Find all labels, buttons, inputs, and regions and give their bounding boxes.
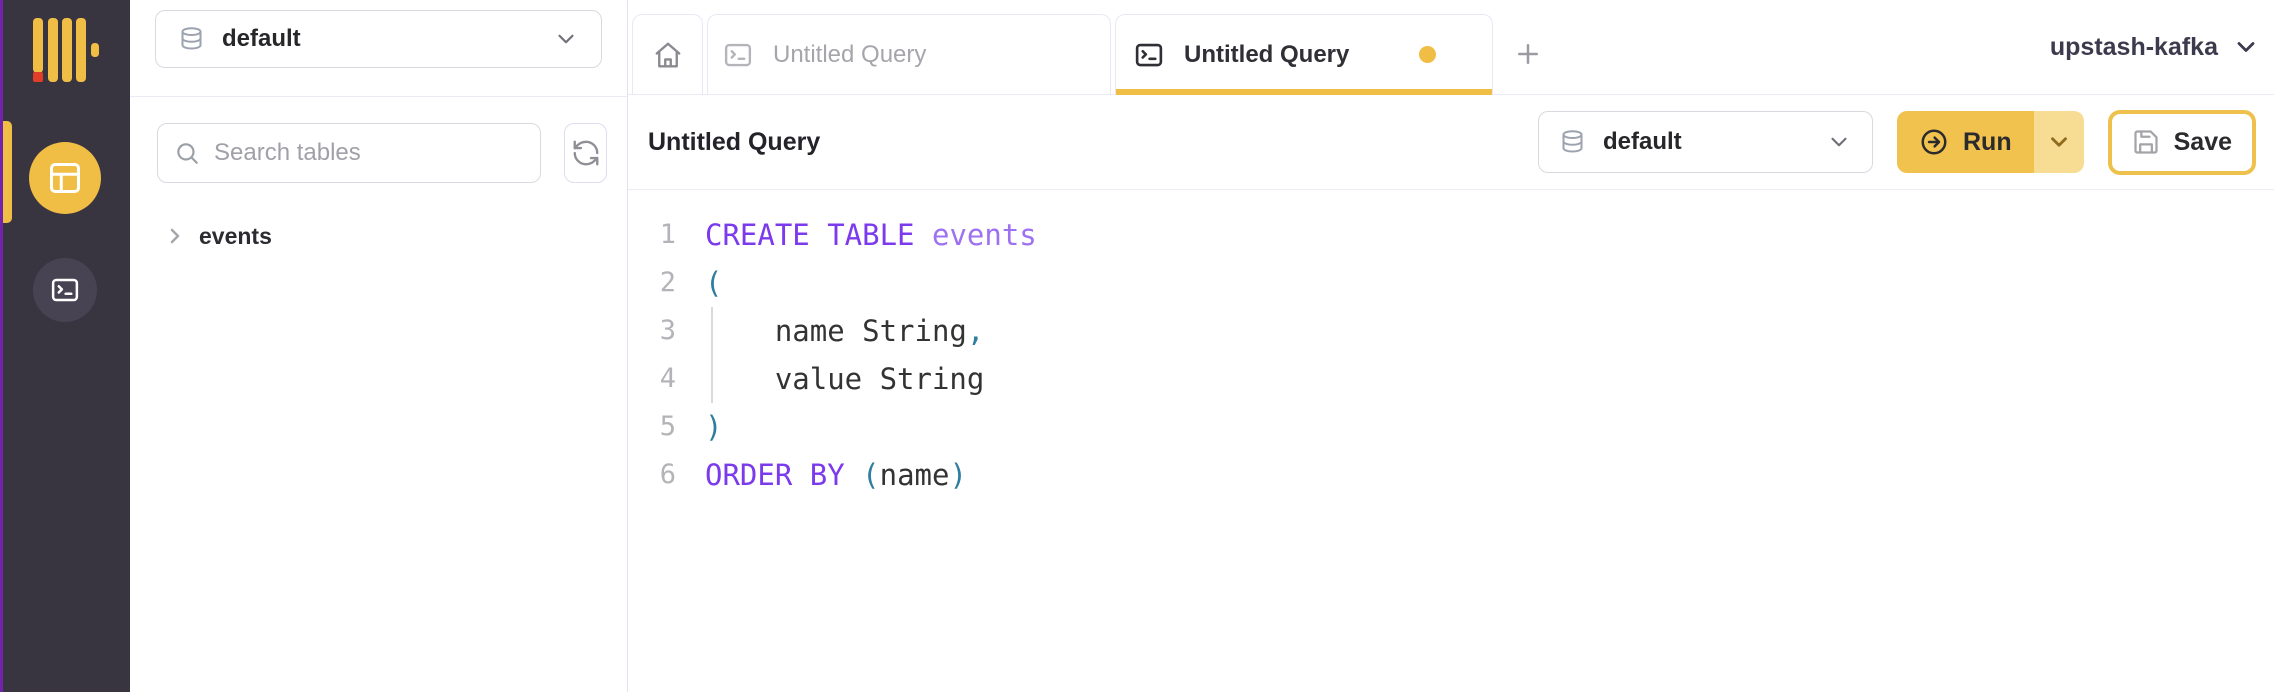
terminal-square-icon (1134, 40, 1164, 70)
sql-editor[interactable]: 1CREATE TABLE events2(3 name String,4 va… (628, 190, 2274, 692)
query-header: Untitled Query default (628, 95, 2274, 190)
terminal-square-icon (50, 275, 80, 305)
tree-item-label: events (199, 223, 272, 250)
clickhouse-logo-icon[interactable] (33, 18, 99, 82)
workspace-selector[interactable]: upstash-kafka (2050, 33, 2274, 62)
chevron-right-icon (163, 224, 187, 248)
code-line[interactable]: 6 ORDER BY (name) (628, 451, 2274, 499)
arrow-right-circle-icon (1919, 127, 1949, 157)
save-button[interactable]: Save (2108, 110, 2256, 175)
indent-guide (711, 307, 713, 403)
query-title: Untitled Query (648, 128, 820, 157)
save-button-label: Save (2174, 128, 2232, 157)
query-database-selector[interactable]: default (1538, 111, 1873, 173)
search-tables-box (157, 123, 541, 183)
home-icon (653, 40, 683, 70)
line-number: 1 (628, 211, 676, 259)
search-tables-input[interactable] (214, 139, 524, 167)
panels-top-left-icon (47, 160, 83, 196)
run-button-group: Run (1897, 111, 2084, 173)
workspace-name: upstash-kafka (2050, 33, 2218, 62)
tables-panel: default events (130, 0, 628, 692)
rail-accent-strip (0, 0, 3, 692)
database-selector[interactable]: default (155, 10, 602, 68)
terminal-square-icon (723, 40, 753, 70)
code-text: ORDER BY (name) (705, 451, 967, 499)
tab-bar: Untitled Query Untitled Query upstash-ka… (628, 0, 2274, 95)
code-line[interactable]: 3 name String, (628, 307, 2274, 355)
run-options-button[interactable] (2034, 111, 2084, 173)
nav-rail (0, 0, 130, 692)
app-window: default events (0, 0, 2274, 692)
search-icon (174, 140, 200, 166)
code-text: ( (705, 259, 722, 307)
code-text: CREATE TABLE events (705, 211, 1037, 259)
chevron-down-icon (1826, 129, 1852, 155)
code-text: ) (705, 403, 722, 451)
line-number: 4 (628, 355, 676, 403)
sidebar-item-tables[interactable] (29, 142, 101, 214)
line-number: 6 (628, 451, 676, 499)
refresh-tables-button[interactable] (564, 123, 607, 183)
database-icon (1559, 129, 1586, 156)
code-lines: 1CREATE TABLE events2(3 name String,4 va… (628, 211, 2274, 499)
run-button[interactable]: Run (1897, 111, 2034, 173)
sidebar-item-terminal[interactable] (33, 258, 97, 322)
tab-untitled-query-1[interactable]: Untitled Query (707, 14, 1111, 94)
tab-untitled-query-2[interactable]: Untitled Query (1115, 14, 1493, 94)
code-text: value String (705, 355, 984, 403)
tab-home[interactable] (632, 14, 703, 94)
code-line[interactable]: 4 value String (628, 355, 2274, 403)
save-floppy-icon (2132, 128, 2160, 156)
tab-label: Untitled Query (1184, 41, 1349, 69)
refresh-icon (571, 138, 601, 168)
new-tab-button[interactable] (1513, 39, 1543, 69)
tab-label: Untitled Query (773, 41, 926, 69)
database-selector-value: default (222, 25, 301, 53)
panel-divider (130, 96, 627, 97)
chevron-down-icon (553, 26, 579, 52)
tree-item-events[interactable]: events (130, 217, 627, 255)
code-line[interactable]: 5) (628, 403, 2274, 451)
active-nav-indicator (3, 121, 12, 223)
plus-icon (1513, 39, 1543, 69)
line-number: 3 (628, 307, 676, 355)
code-text: name String, (705, 307, 984, 355)
chevron-down-icon (2232, 33, 2260, 61)
run-button-label: Run (1963, 128, 2012, 157)
line-number: 2 (628, 259, 676, 307)
database-icon (178, 26, 205, 53)
chevron-down-icon (2046, 129, 2072, 155)
main-area: Untitled Query Untitled Query upstash-ka… (628, 0, 2274, 692)
query-database-value: default (1603, 128, 1682, 156)
unsaved-indicator-dot (1419, 46, 1436, 63)
code-line[interactable]: 1 CREATE TABLE events (628, 211, 2274, 259)
line-number: 5 (628, 403, 676, 451)
header-controls: default Run (1538, 110, 2256, 175)
code-line[interactable]: 2( (628, 259, 2274, 307)
search-row (157, 123, 607, 183)
